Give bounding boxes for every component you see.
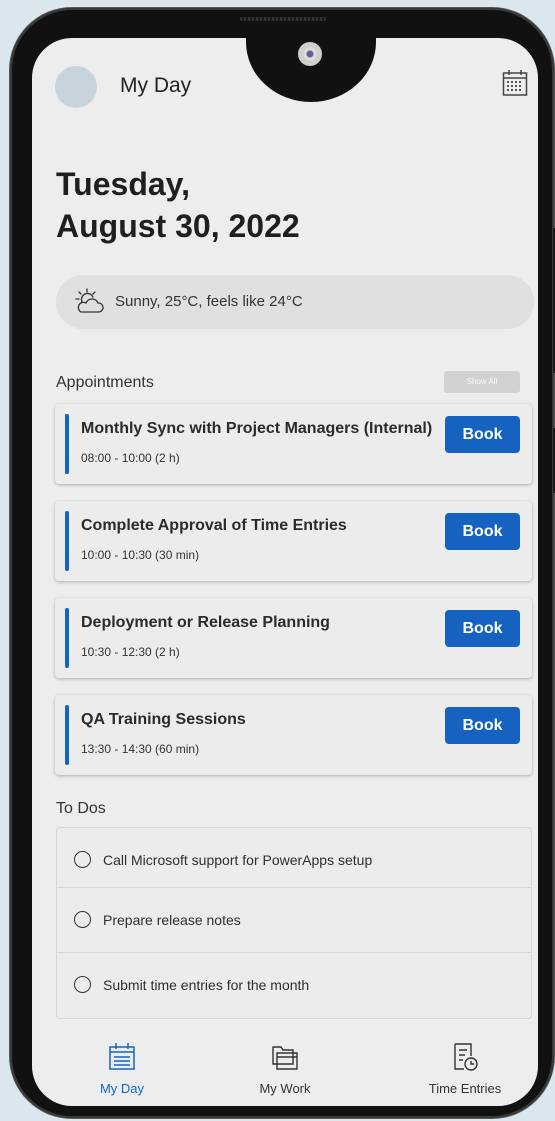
todo-item[interactable]: Prepare release notes	[57, 887, 531, 952]
appointment-title: QA Training Sessions	[81, 711, 246, 728]
todo-list: Call Microsoft support for PowerApps set…	[56, 827, 532, 1019]
nav-label: Time Entries	[428, 1081, 502, 1096]
appointment-card[interactable]: Monthly Sync with Project Managers (Inte…	[55, 404, 532, 484]
weather-card: Sunny, 25°C, feels like 24°C	[56, 275, 534, 329]
todo-checkbox[interactable]	[74, 851, 91, 868]
calendar-icon[interactable]	[502, 69, 528, 97]
time-entries-icon	[454, 1043, 478, 1071]
folders-icon	[272, 1046, 298, 1070]
book-button[interactable]: Book	[445, 707, 520, 744]
todo-text: Call Microsoft support for PowerApps set…	[103, 852, 373, 868]
todo-item[interactable]: Call Microsoft support for PowerApps set…	[57, 828, 531, 892]
app-screen: My Day Tuesday, August 30, 2022 Sunny, 2…	[32, 38, 538, 1106]
appointment-card[interactable]: QA Training Sessions 13:30 - 14:30 (60 m…	[55, 695, 532, 775]
appointment-time: 13:30 - 14:30 (60 min)	[81, 742, 200, 756]
page-title: My Day	[120, 74, 192, 97]
appointment-time: 10:00 - 10:30 (30 min)	[81, 548, 200, 562]
book-button[interactable]: Book	[445, 610, 520, 647]
todo-checkbox[interactable]	[74, 976, 91, 993]
appointment-accent-bar	[65, 414, 69, 474]
nav-label: My Day	[99, 1081, 145, 1096]
todo-checkbox[interactable]	[74, 911, 91, 928]
nav-item-my-day[interactable]: My Day	[47, 1038, 197, 1098]
appointment-accent-bar	[65, 511, 69, 571]
appointment-title: Monthly Sync with Project Managers (Inte…	[81, 420, 433, 437]
phone-frame: My Day Tuesday, August 30, 2022 Sunny, 2…	[10, 8, 555, 1118]
todos-heading: To Dos	[56, 800, 106, 817]
nav-item-time-entries[interactable]: Time Entries	[390, 1038, 538, 1098]
todo-item[interactable]: Submit time entries for the month	[57, 952, 531, 1017]
appointment-time: 10:30 - 12:30 (2 h)	[81, 645, 180, 659]
appointment-card[interactable]: Deployment or Release Planning 10:30 - 1…	[55, 598, 532, 678]
appointments-heading: Appointments	[56, 374, 154, 391]
todo-text: Submit time entries for the month	[103, 977, 310, 993]
appointment-title: Deployment or Release Planning	[81, 614, 330, 631]
appointment-accent-bar	[65, 705, 69, 765]
nav-item-my-work[interactable]: My Work	[210, 1038, 360, 1098]
weather-summary: Sunny, 25°C, feels like 24°C	[115, 293, 303, 310]
book-button[interactable]: Book	[445, 513, 520, 550]
avatar[interactable]	[55, 66, 97, 108]
date-weekday: Tuesday,	[56, 166, 190, 202]
app-header: My Day	[32, 66, 538, 108]
appointment-title: Complete Approval of Time Entries	[81, 517, 347, 534]
show-all-button[interactable]: Show All	[444, 371, 520, 393]
partly-sunny-icon	[75, 288, 104, 313]
todo-text: Prepare release notes	[103, 912, 241, 928]
date-full: August 30, 2022	[56, 208, 300, 244]
nav-label: My Work	[259, 1081, 311, 1096]
bottom-nav: My Day My Work Time Entries	[32, 1038, 538, 1106]
earpiece-speaker	[240, 17, 326, 21]
date-heading: Tuesday, August 30, 2022	[56, 163, 300, 247]
calendar-icon	[109, 1043, 135, 1070]
appointment-card[interactable]: Complete Approval of Time Entries 10:00 …	[55, 501, 532, 581]
book-button[interactable]: Book	[445, 416, 520, 453]
front-camera	[298, 42, 322, 66]
appointment-time: 08:00 - 10:00 (2 h)	[81, 451, 180, 465]
appointment-accent-bar	[65, 608, 69, 668]
